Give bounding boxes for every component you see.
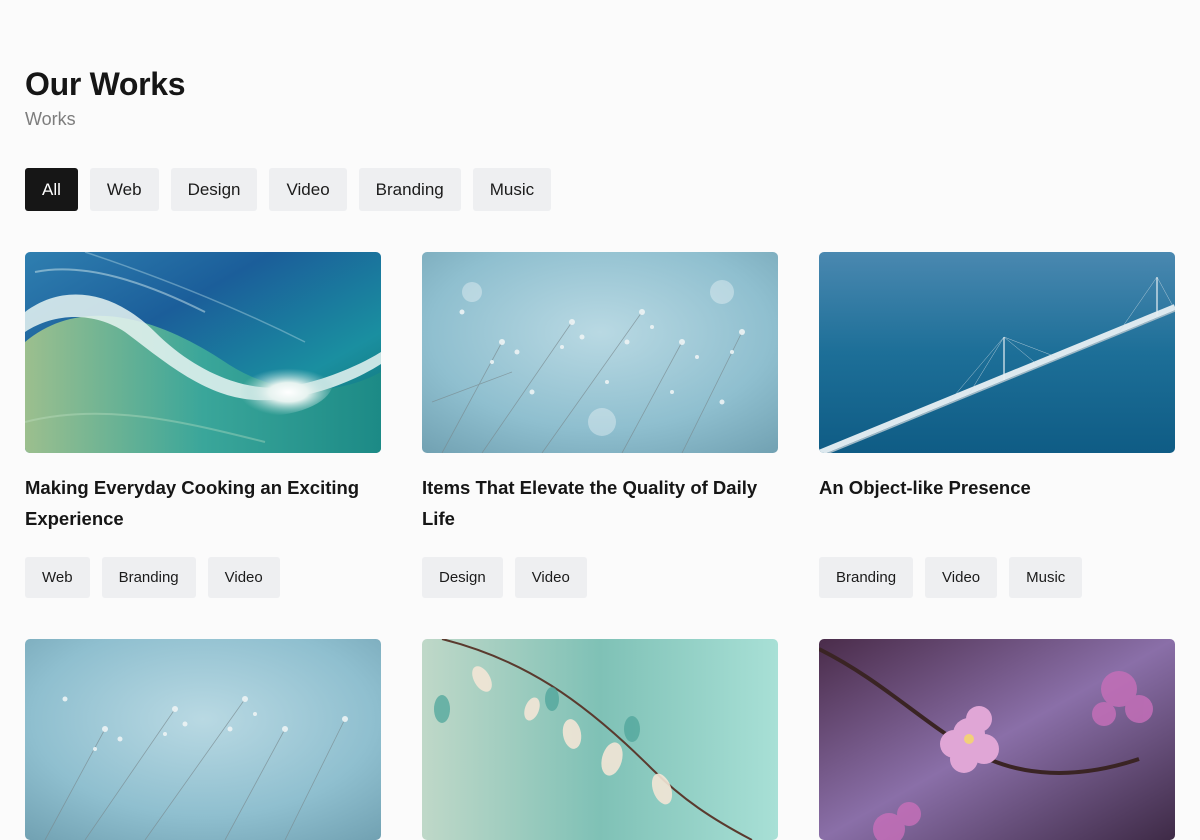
tag-music[interactable]: Music xyxy=(1009,557,1083,598)
work-tags: Web Branding Video xyxy=(25,557,381,598)
filter-all-button[interactable]: All xyxy=(25,168,78,211)
tag-video[interactable]: Video xyxy=(207,557,280,598)
filter-design-button[interactable]: Design xyxy=(170,168,258,211)
works-page: Our Works Works All Web Design Video Bra… xyxy=(0,0,1200,840)
filter-web-button[interactable]: Web xyxy=(89,168,159,211)
tag-video[interactable]: Video xyxy=(514,557,587,598)
page-subtitle: Works xyxy=(25,109,76,129)
pink-cherry-blossom-image[interactable] xyxy=(819,639,1175,840)
work-tags: Branding Video Music xyxy=(819,557,1175,598)
work-tags: Design Video xyxy=(422,557,778,598)
work-card[interactable] xyxy=(422,639,778,840)
work-title[interactable]: Making Everyday Cooking an Exciting Expe… xyxy=(25,472,381,534)
tag-video[interactable]: Video xyxy=(925,557,998,598)
tag-design[interactable]: Design xyxy=(422,557,503,598)
filter-branding-button[interactable]: Branding xyxy=(358,168,461,211)
baby-breath-flowers-image[interactable] xyxy=(422,252,778,453)
work-card[interactable]: An Object-like Presence Branding Video M… xyxy=(819,252,1175,598)
work-card[interactable] xyxy=(25,639,381,840)
work-card[interactable]: Making Everyday Cooking an Exciting Expe… xyxy=(25,252,381,598)
filter-video-button[interactable]: Video xyxy=(269,168,347,211)
work-card[interactable] xyxy=(819,639,1175,840)
tag-branding[interactable]: Branding xyxy=(819,557,914,598)
aerial-bridge-image[interactable] xyxy=(819,252,1175,453)
page-title: Our Works xyxy=(25,66,186,102)
tag-branding[interactable]: Branding xyxy=(101,557,196,598)
baby-breath-flowers-image[interactable] xyxy=(25,639,381,840)
tag-web[interactable]: Web xyxy=(25,557,90,598)
work-title[interactable]: Items That Elevate the Quality of Daily … xyxy=(422,472,778,534)
ocean-wave-image[interactable] xyxy=(25,252,381,453)
works-grid: Making Everyday Cooking an Exciting Expe… xyxy=(25,252,1175,840)
work-card[interactable]: Items That Elevate the Quality of Daily … xyxy=(422,252,778,598)
work-title[interactable]: An Object-like Presence xyxy=(819,472,1175,534)
category-filter-bar: All Web Design Video Branding Music xyxy=(25,168,1175,211)
filter-music-button[interactable]: Music xyxy=(472,168,552,211)
teal-leaves-branch-image[interactable] xyxy=(422,639,778,840)
